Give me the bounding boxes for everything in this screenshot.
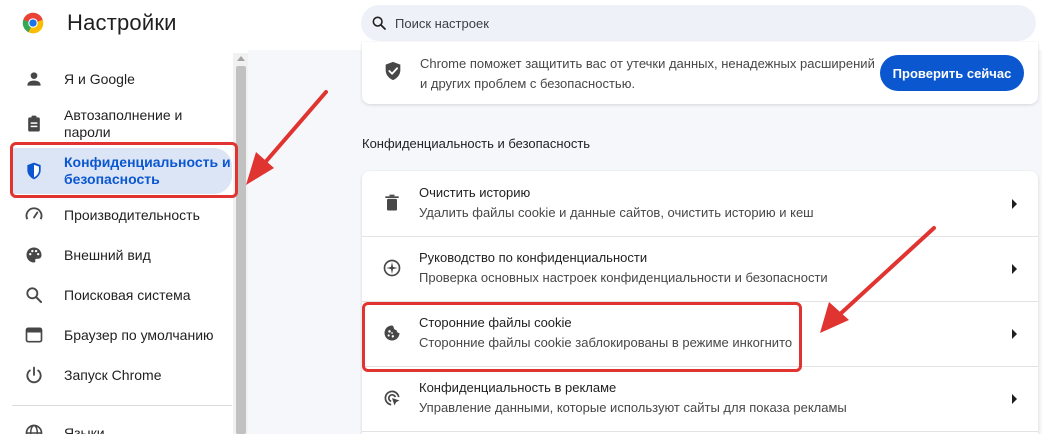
chrome-logo-icon <box>22 12 44 34</box>
section-title: Конфиденциальность и безопасность <box>362 136 591 151</box>
chevron-right-icon <box>1012 394 1017 404</box>
sidebar-item-label: Я и Google <box>64 71 135 87</box>
speedometer-icon <box>25 207 43 220</box>
sidebar-item-label: Поисковая система <box>64 287 191 303</box>
sidebar-item-you-and-google[interactable]: Я и Google <box>12 64 232 94</box>
trash-icon <box>385 194 399 211</box>
person-icon <box>27 72 41 86</box>
compass-icon <box>383 259 401 277</box>
list-item-privacy-guide[interactable]: Руководство по конфиденциальности Провер… <box>362 236 1038 301</box>
sidebar-item-privacy-security[interactable]: Конфиденциальность и безопасность <box>12 148 232 194</box>
sidebar-item-label: Внешний вид <box>64 247 151 263</box>
safety-check-card: Chrome поможет защитить вас от утечки да… <box>362 42 1038 104</box>
scroll-up-arrow-icon[interactable] <box>237 56 245 61</box>
list-item-third-party-cookies[interactable]: Сторонние файлы cookie Сторонние файлы c… <box>362 301 1038 366</box>
sidebar-item-label: Производительность <box>64 207 200 223</box>
sidebar-item-label: Языки <box>64 425 105 434</box>
safety-check-text: Chrome поможет защитить вас от утечки да… <box>420 56 875 91</box>
sidebar-item-label: Браузер по умолчанию <box>64 327 214 343</box>
search-input[interactable] <box>395 5 1015 41</box>
sidebar-item-performance[interactable]: Производительность <box>12 200 232 230</box>
row-title: Очистить историю <box>419 185 531 200</box>
row-title: Руководство по конфиденциальности <box>419 250 648 265</box>
clipboard-icon <box>28 115 40 132</box>
row-subtitle: Сторонние файлы cookie заблокированы в р… <box>419 335 793 350</box>
main-content: Chrome поможет защитить вас от утечки да… <box>248 42 1042 434</box>
sidebar-item-label: Конфиденциальность и безопасность <box>64 154 231 187</box>
sidebar-item-default-browser[interactable]: Браузер по умолчанию <box>12 320 232 350</box>
row-title: Конфиденциальность в рекламе <box>419 380 617 395</box>
chevron-right-icon <box>1012 329 1017 339</box>
row-title: Сторонние файлы cookie <box>419 315 572 330</box>
row-subtitle: Управление данными, которые используют с… <box>419 400 847 415</box>
list-item-ad-privacy[interactable]: Конфиденциальность в рекламе Управление … <box>362 366 1038 431</box>
row-subtitle: Проверка основных настроек конфиденциаль… <box>419 270 828 285</box>
globe-icon <box>25 424 43 434</box>
power-icon <box>26 366 42 384</box>
sidebar-item-languages[interactable]: Языки <box>12 418 232 434</box>
palette-icon <box>26 247 42 263</box>
sidebar-item-on-startup[interactable]: Запуск Chrome <box>12 360 232 390</box>
sidebar-item-autofill[interactable]: Автозаполнение и пароли <box>12 104 232 144</box>
search-box[interactable] <box>361 5 1036 41</box>
sidebar-item-label: Автозаполнение и пароли <box>64 107 183 140</box>
row-divider <box>362 431 1038 432</box>
sidebar-item-appearance[interactable]: Внешний вид <box>12 240 232 270</box>
sidebar-scroll-thumb[interactable] <box>236 66 246 434</box>
cookie-icon <box>384 325 400 341</box>
chevron-right-icon <box>1012 199 1017 209</box>
ads-click-icon <box>384 390 400 406</box>
shield-icon <box>27 162 41 180</box>
shield-check-icon <box>385 61 401 81</box>
browser-window-icon <box>25 327 43 343</box>
list-item-clear-history[interactable]: Очистить историю Удалить файлы cookie и … <box>362 171 1038 236</box>
search-icon <box>26 287 43 304</box>
chevron-right-icon <box>1012 264 1017 274</box>
sidebar: Я и Google Автозаполнение и пароли Конфи… <box>0 50 248 434</box>
row-subtitle: Удалить файлы cookie и данные сайтов, оч… <box>419 205 814 220</box>
sidebar-divider <box>12 405 232 406</box>
page-title: Настройки <box>67 10 177 35</box>
settings-window: Настройки Я и Google Автозаполн <box>0 0 1042 434</box>
search-icon <box>372 16 386 30</box>
sidebar-item-label: Запуск Chrome <box>64 367 162 383</box>
check-now-button[interactable]: Проверить сейчас <box>880 55 1024 91</box>
privacy-settings-list: Очистить историю Удалить файлы cookie и … <box>362 171 1038 434</box>
sidebar-item-search-engine[interactable]: Поисковая система <box>12 280 232 310</box>
